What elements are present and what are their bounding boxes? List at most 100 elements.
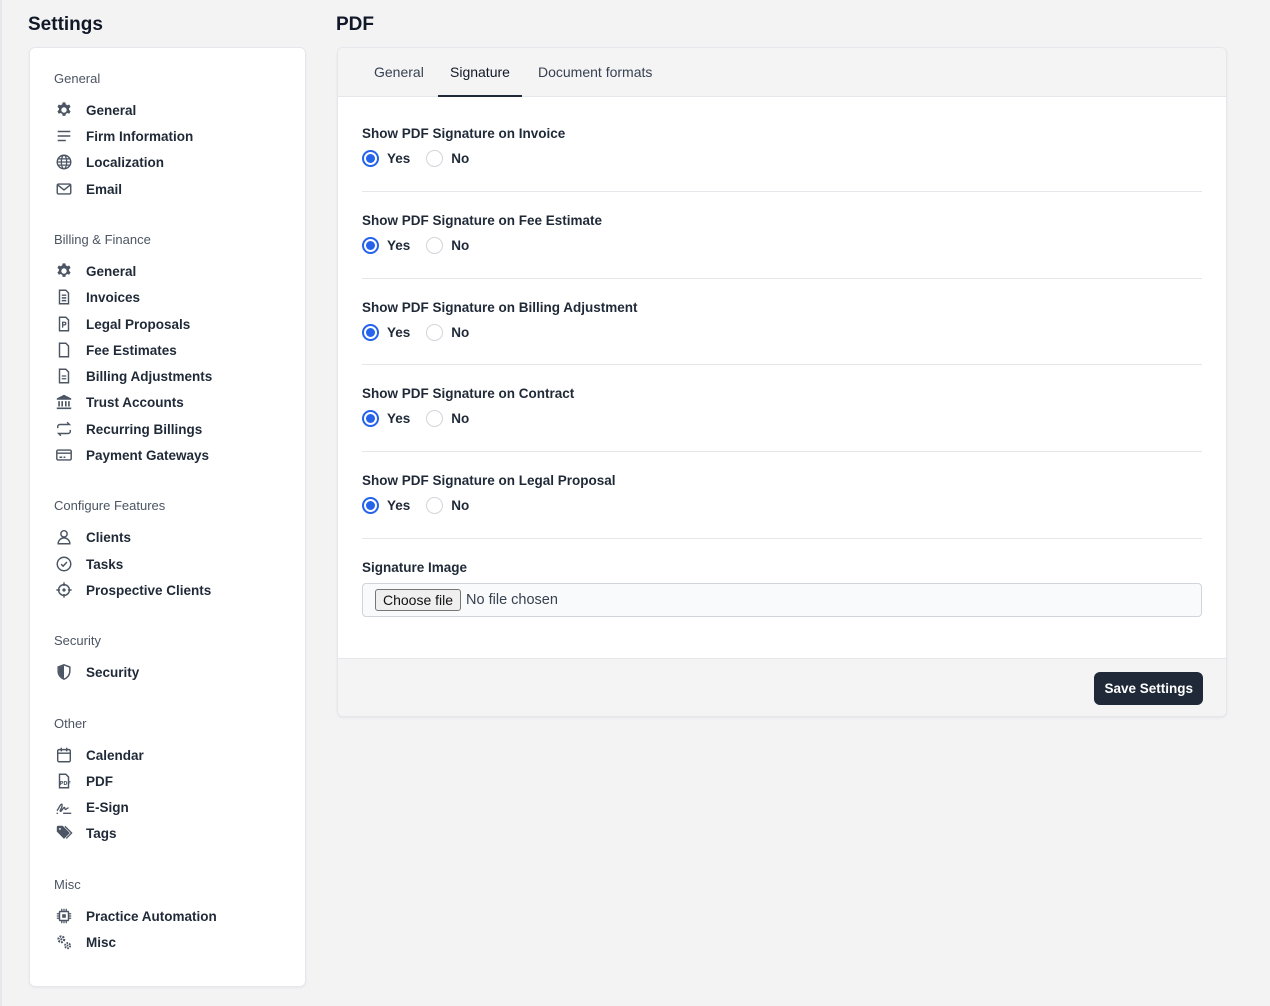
radio-label: No — [451, 325, 470, 340]
sidebar-item-clients[interactable]: Clients — [54, 526, 284, 548]
tags-icon — [54, 823, 74, 843]
tab-bar: General Signature Document formats — [338, 48, 1226, 97]
radio-yes-input[interactable] — [362, 497, 379, 514]
radio-group: Yes No — [362, 497, 1202, 514]
sidebar-item-label: Recurring Billings — [86, 421, 203, 437]
settings-sidebar: General General Firm Information Localiz… — [29, 47, 306, 987]
radio-yes[interactable]: Yes — [362, 150, 410, 167]
sidebar-item-label: Clients — [86, 529, 132, 545]
save-settings-button[interactable]: Save Settings — [1094, 672, 1203, 705]
page-title: PDF — [336, 14, 374, 35]
divider — [362, 538, 1202, 539]
sidebar-item-label: Misc — [86, 934, 117, 950]
sidebar-item-general[interactable]: General — [54, 99, 284, 121]
sidebar-item-email[interactable]: Email — [54, 178, 284, 200]
field-label: Show PDF Signature on Billing Adjustment — [362, 300, 638, 315]
sidebar-item-fee-estimates[interactable]: Fee Estimates — [54, 339, 284, 361]
radio-label: No — [451, 151, 470, 166]
tab-signature[interactable]: Signature — [438, 48, 522, 97]
file-input[interactable]: Choose file No file chosen — [362, 583, 1202, 617]
sidebar-item-security[interactable]: Security — [54, 661, 284, 683]
gear-icon — [54, 100, 74, 120]
card-footer: Save Settings — [338, 658, 1226, 716]
sidebar-item-label: General — [86, 263, 137, 279]
sidebar-item-calendar[interactable]: Calendar — [54, 744, 284, 766]
pdf-settings-card: General Signature Document formats Show … — [337, 47, 1227, 717]
radio-no[interactable]: No — [426, 324, 469, 341]
sidebar-item-label: Localization — [86, 154, 165, 170]
credit-card-icon — [54, 445, 74, 465]
radio-no[interactable]: No — [426, 497, 469, 514]
radio-label: Yes — [387, 238, 411, 253]
sidebar-item-label: Security — [86, 664, 140, 680]
section-heading-security: Security — [54, 633, 101, 648]
radio-yes[interactable]: Yes — [362, 324, 410, 341]
sidebar-item-billing-general[interactable]: General — [54, 260, 284, 282]
gears-icon — [54, 932, 74, 952]
signature-icon — [54, 797, 74, 817]
radio-label: No — [451, 498, 470, 513]
sidebar-item-firm-information[interactable]: Firm Information — [54, 125, 284, 147]
choose-file-button[interactable]: Choose file — [375, 589, 462, 611]
radio-no-input[interactable] — [426, 237, 444, 254]
radio-no-input[interactable] — [426, 497, 444, 514]
sidebar-item-e-sign[interactable]: E-Sign — [54, 796, 284, 818]
radio-no[interactable]: No — [426, 150, 469, 167]
sidebar-item-localization[interactable]: Localization — [54, 151, 284, 173]
bank-icon — [54, 392, 74, 412]
sidebar-item-recurring-billings[interactable]: Recurring Billings — [54, 418, 284, 440]
radio-no-input[interactable] — [426, 324, 444, 341]
sidebar-item-payment-gateways[interactable]: Payment Gateways — [54, 444, 284, 466]
section-heading-other: Other — [54, 716, 87, 731]
user-icon — [54, 527, 74, 547]
radio-group: Yes No — [362, 410, 1202, 427]
sidebar-item-misc[interactable]: Misc — [54, 931, 284, 953]
radio-label: Yes — [387, 151, 411, 166]
radio-group: Yes No — [362, 237, 1202, 254]
tab-document-formats[interactable]: Document formats — [526, 48, 664, 97]
proposal-icon — [54, 314, 74, 334]
field-signature-invoice: Show PDF Signature on Invoice Yes No — [362, 126, 1202, 167]
radio-yes[interactable]: Yes — [362, 237, 410, 254]
divider — [362, 278, 1202, 279]
sidebar-item-label: Email — [86, 181, 123, 197]
field-label: Show PDF Signature on Contract — [362, 386, 575, 401]
sidebar-item-label: Firm Information — [86, 128, 194, 144]
radio-yes[interactable]: Yes — [362, 410, 410, 427]
tab-general[interactable]: General — [362, 48, 436, 97]
sidebar-item-practice-automation[interactable]: Practice Automation — [54, 905, 284, 927]
radio-yes-input[interactable] — [362, 410, 379, 427]
field-signature-image: Signature Image Choose file No file chos… — [362, 560, 1202, 617]
sidebar-item-tasks[interactable]: Tasks — [54, 553, 284, 575]
radio-no-input[interactable] — [426, 410, 444, 427]
section-heading-general: General — [54, 71, 101, 86]
field-label: Show PDF Signature on Invoice — [362, 126, 566, 141]
sidebar-item-label: Trust Accounts — [86, 394, 184, 410]
sidebar-item-prospective-clients[interactable]: Prospective Clients — [54, 579, 284, 601]
sidebar-item-pdf[interactable]: PDF PDF — [54, 770, 284, 792]
section-heading-misc: Misc — [54, 877, 81, 892]
radio-no[interactable]: No — [426, 237, 469, 254]
divider — [362, 364, 1202, 365]
lines-icon — [54, 126, 74, 146]
radio-yes[interactable]: Yes — [362, 497, 410, 514]
radio-no[interactable]: No — [426, 410, 469, 427]
radio-no-input[interactable] — [426, 150, 444, 167]
radio-yes-input[interactable] — [362, 237, 379, 254]
document-icon — [54, 340, 74, 360]
sidebar-item-tags[interactable]: Tags — [54, 822, 284, 844]
divider — [362, 191, 1202, 192]
sidebar-item-label: E-Sign — [86, 799, 129, 815]
radio-yes-input[interactable] — [362, 324, 379, 341]
radio-group: Yes No — [362, 150, 1202, 167]
sidebar-item-label: PDF — [86, 773, 113, 789]
document-lines-icon — [54, 366, 74, 386]
sidebar-item-invoices[interactable]: Invoices — [54, 286, 284, 308]
sidebar-item-billing-adjustments[interactable]: Billing Adjustments — [54, 365, 284, 387]
field-label: Signature Image — [362, 560, 468, 575]
sidebar-item-label: Payment Gateways — [86, 447, 210, 463]
sidebar-item-trust-accounts[interactable]: Trust Accounts — [54, 391, 284, 413]
sidebar-item-legal-proposals[interactable]: Legal Proposals — [54, 313, 284, 335]
radio-yes-input[interactable] — [362, 150, 379, 167]
field-signature-legal-proposal: Show PDF Signature on Legal Proposal Yes… — [362, 473, 1202, 514]
